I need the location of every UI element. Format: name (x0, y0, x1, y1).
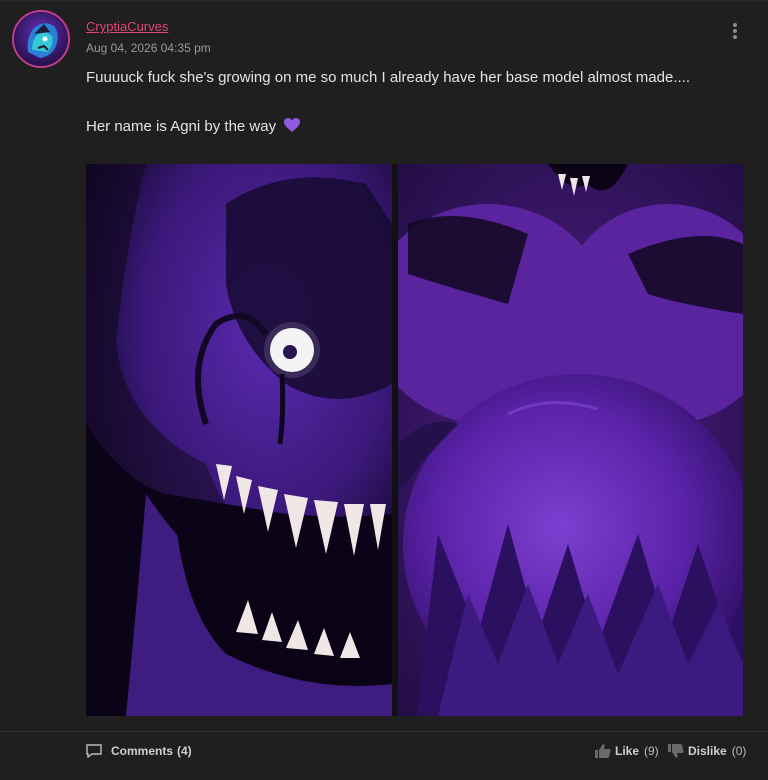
more-vertical-icon (733, 23, 737, 27)
like-count: (9) (644, 744, 659, 758)
comments-label: Comments (111, 744, 174, 758)
dislike-count: (0) (731, 744, 747, 758)
dislike-button[interactable]: Dislike (0) (668, 742, 746, 760)
post-image-panel-left (86, 164, 392, 716)
avatar-image (14, 12, 68, 66)
comments-button[interactable]: Comments (4) (86, 742, 192, 760)
more-options-button[interactable] (726, 21, 744, 45)
post-card: CryptiaCurves Aug 04, 2026 04:35 pm Fuuu… (0, 0, 768, 780)
comments-count: (4) (177, 744, 192, 758)
post-timestamp: Aug 04, 2026 04:35 pm (86, 41, 211, 55)
post-text-line-2: Her name is Agni by the way (86, 118, 301, 137)
author-username-link[interactable]: CryptiaCurves (86, 19, 168, 34)
post-image[interactable] (86, 164, 743, 716)
like-button[interactable]: Like (9) (595, 742, 659, 760)
like-label: Like (615, 744, 640, 758)
post-image-panel-right (398, 164, 743, 716)
comment-icon (86, 744, 102, 758)
dislike-label: Dislike (688, 744, 727, 758)
purple-heart-icon (284, 118, 301, 137)
footer-divider (0, 731, 768, 732)
post-text-content: Her name is Agni by the way (86, 118, 277, 135)
avatar[interactable] (12, 10, 70, 68)
post-text-line-1: Fuuuuck fuck she's growing on me so much… (86, 69, 690, 86)
thumbs-up-icon (595, 744, 611, 758)
thumbs-down-icon (668, 744, 684, 758)
